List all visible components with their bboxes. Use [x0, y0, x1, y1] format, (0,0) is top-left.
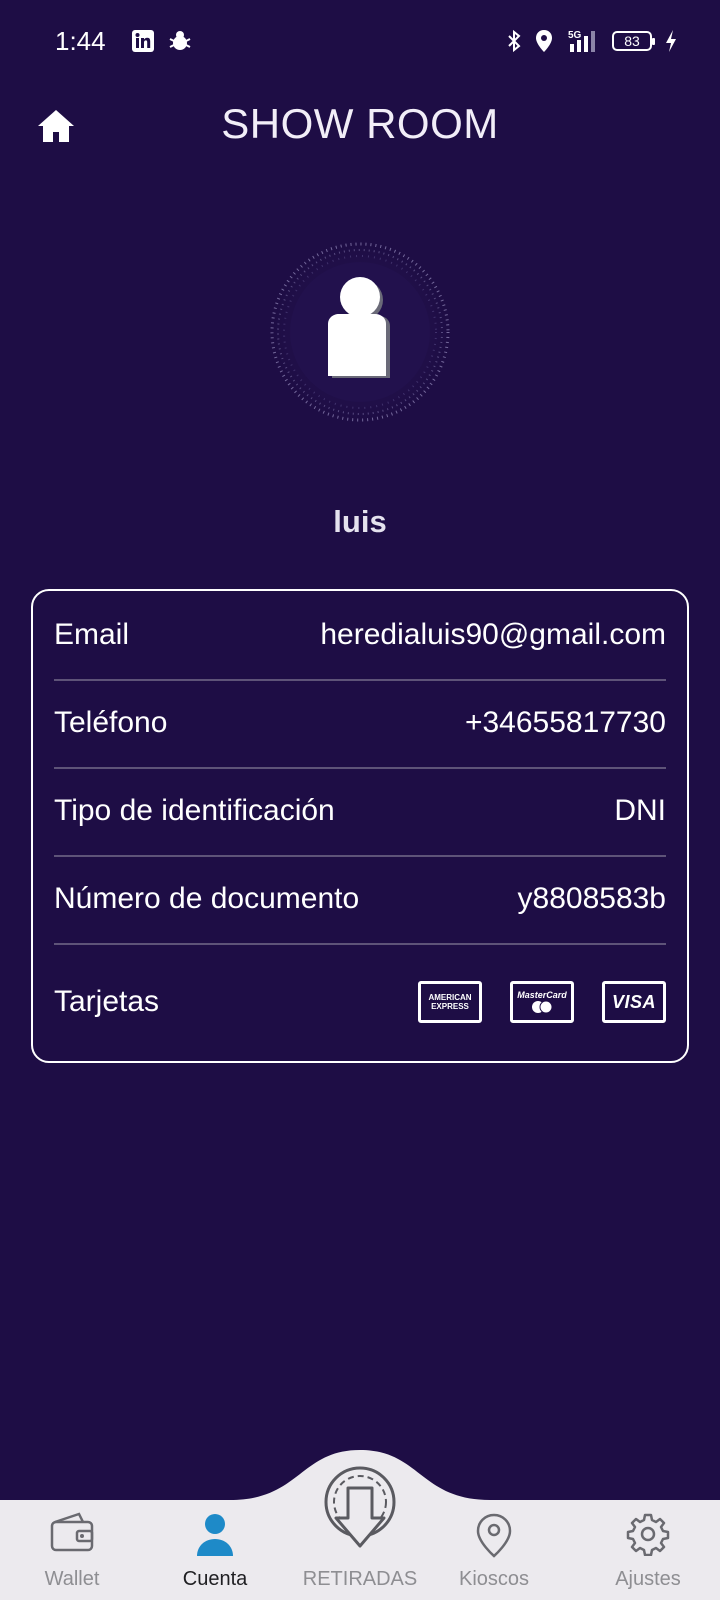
nav-label-kioscos: Kioscos	[458, 1568, 530, 1590]
status-right-icons: 5G 83	[506, 28, 678, 54]
network-type: 5G	[568, 30, 582, 41]
nav-label-cuenta: Cuenta	[182, 1568, 248, 1590]
nav-cuenta[interactable]: Cuenta	[155, 1512, 275, 1598]
info-row-phone: Teléfono +34655817730	[54, 679, 666, 769]
amex-line2: EXPRESS	[431, 1002, 469, 1011]
status-bar: 1:44 5G 83	[0, 0, 720, 84]
nav-kioscos[interactable]: Kioscos	[434, 1512, 554, 1598]
id-type-value: DNI	[614, 794, 666, 827]
location-icon	[536, 30, 552, 52]
user-avatar[interactable]	[268, 240, 452, 424]
email-label: Email	[54, 618, 130, 651]
amex-card-icon[interactable]: AMERICAN EXPRESS	[418, 981, 482, 1023]
info-row-email: Email heredialuis90@gmail.com	[54, 591, 666, 681]
document-value: y8808583b	[517, 882, 666, 915]
gear-icon	[626, 1513, 670, 1556]
wallet-icon	[50, 1512, 94, 1552]
mastercard-circles-icon	[532, 1000, 553, 1014]
email-value: heredialuis90@gmail.com	[320, 618, 666, 651]
page-title: SHOW ROOM	[221, 100, 499, 147]
mastercard-card-icon[interactable]: MasterCard	[510, 981, 574, 1023]
nav-label-ajustes: Ajustes	[615, 1568, 681, 1590]
nav-ajustes[interactable]: Ajustes	[588, 1512, 708, 1598]
status-time: 1:44	[55, 26, 106, 56]
account-icon	[197, 1514, 233, 1556]
document-label: Número de documento	[54, 882, 360, 915]
info-row-document: Número de documento y8808583b	[54, 855, 666, 945]
location-pin-icon	[476, 1513, 512, 1558]
bluetooth-icon	[508, 29, 521, 53]
signal-icon: 5G	[568, 30, 595, 52]
linkedin-icon	[132, 30, 154, 52]
cards-label: Tarjetas	[54, 985, 160, 1018]
visa-card-icon[interactable]: VISA	[602, 981, 666, 1023]
card-logos: AMERICAN EXPRESS MasterCard VISA	[418, 981, 666, 1023]
amex-line1: AMERICAN	[428, 993, 472, 1002]
nav-retiradas[interactable]: RETIRADAS	[300, 1460, 420, 1600]
user-avatar-icon	[270, 242, 450, 422]
nav-wallet[interactable]: Wallet	[12, 1512, 132, 1598]
visa-text: VISA	[611, 991, 656, 1012]
phone-value: +34655817730	[464, 706, 666, 739]
battery-level: 83	[624, 33, 640, 49]
nav-label-retiradas: RETIRADAS	[302, 1568, 418, 1590]
battery-icon: 83	[612, 31, 655, 51]
info-row-cards: Tarjetas AMERICAN EXPRESS MasterCard VIS…	[54, 943, 666, 1061]
account-info-card: Email heredialuis90@gmail.com Teléfono +…	[31, 589, 689, 1063]
bug-icon	[169, 31, 191, 50]
charging-icon	[666, 30, 676, 52]
withdraw-icon	[324, 1466, 396, 1548]
mastercard-text: MasterCard	[517, 990, 567, 1000]
id-type-label: Tipo de identificación	[54, 794, 335, 827]
status-left-icons	[132, 30, 192, 52]
user-name: luis	[333, 504, 387, 539]
nav-label-wallet: Wallet	[44, 1568, 100, 1590]
phone-label: Teléfono	[54, 706, 168, 739]
info-row-id-type: Tipo de identificación DNI	[54, 767, 666, 857]
